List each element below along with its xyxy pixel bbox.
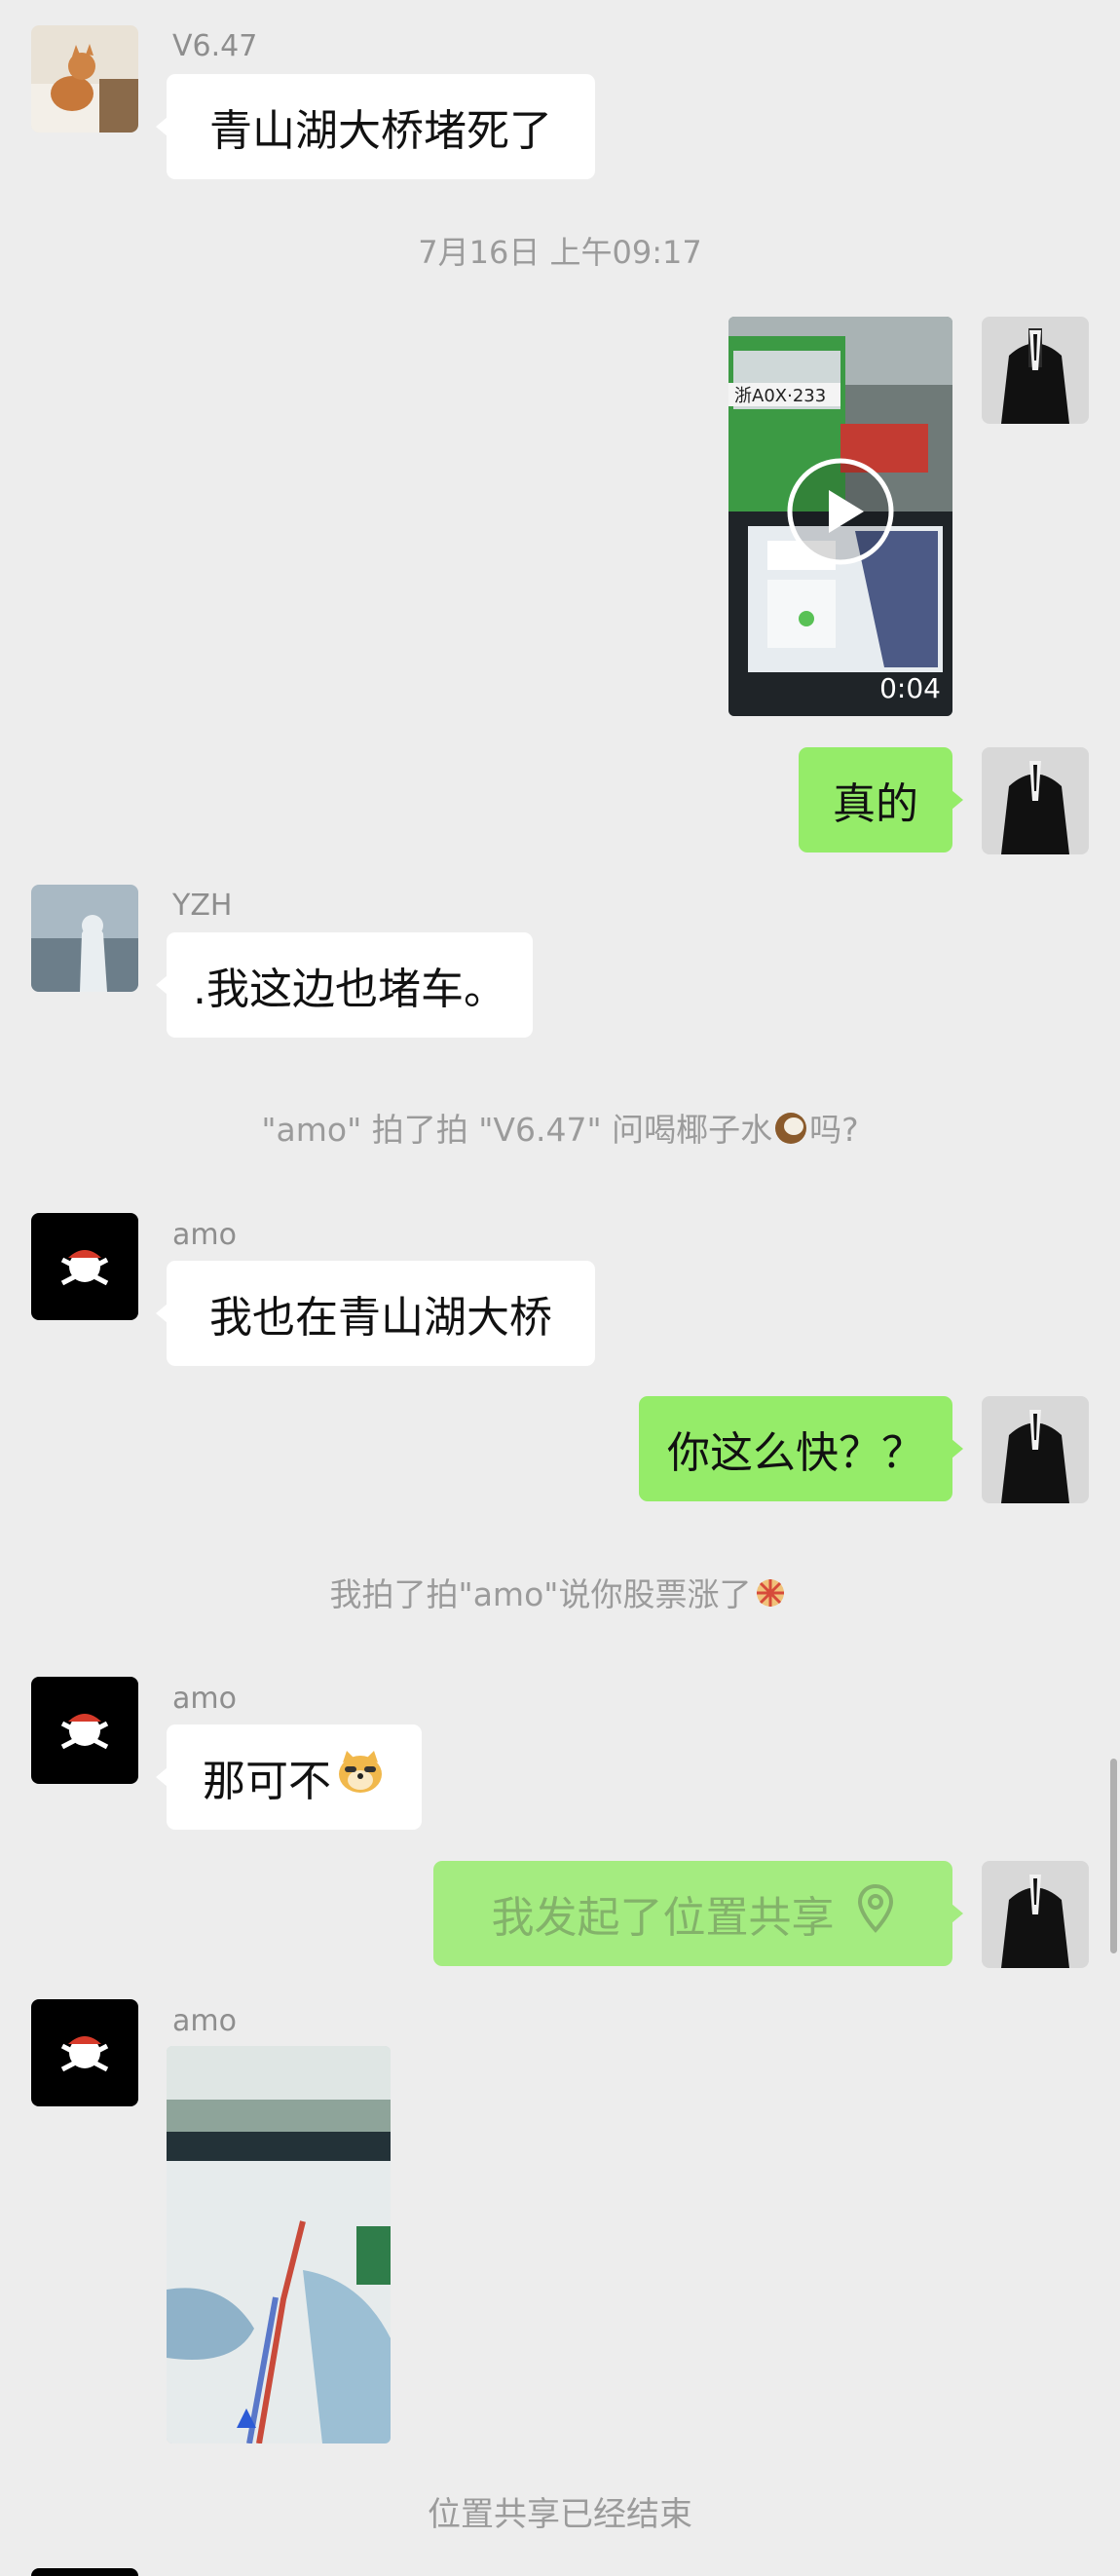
- message-bubble[interactable]: 你这么快？？: [639, 1396, 963, 1501]
- pat-suffix: 吗?: [809, 1111, 859, 1149]
- my-avatar[interactable]: [982, 1396, 1089, 1503]
- timestamp: 7月16日 上午09:17: [418, 234, 702, 271]
- message-bubble[interactable]: 我也在青山湖大桥: [156, 1261, 595, 1366]
- pat-text: "amo" 拍了拍 "V6.47" 问喝椰子水: [261, 1111, 773, 1149]
- location-share-bubble[interactable]: 我发起了位置共享: [433, 1861, 963, 1966]
- message-bubble[interactable]: 那可不: [156, 1724, 422, 1830]
- coconut-icon: [772, 1110, 809, 1155]
- message-bubble[interactable]: .我这边也堵车。: [156, 932, 533, 1038]
- sender-name: amo: [172, 1218, 237, 1252]
- chat-window[interactable]: V6.47 青山湖大桥堵死了 7月16日 上午09:17 浙A0X·233 0:…: [0, 0, 1120, 2576]
- plate-text: 浙A0X·233: [734, 386, 826, 406]
- my-avatar[interactable]: [982, 747, 1089, 854]
- sender-name: amo: [172, 2004, 237, 2038]
- avatar-amo[interactable]: [31, 1677, 138, 1784]
- avatar-amo[interactable]: [31, 1999, 138, 2106]
- avatar-yzh[interactable]: [31, 885, 138, 992]
- message-bubble[interactable]: 真的: [799, 747, 963, 852]
- message-bubble[interactable]: 青山湖大桥堵死了: [156, 74, 595, 179]
- sender-name: V6.47: [172, 29, 258, 63]
- message-text: 青山湖大桥堵死了: [209, 106, 552, 156]
- message-text: 真的: [833, 779, 918, 829]
- video-message[interactable]: 浙A0X·233 0:04: [728, 317, 952, 716]
- avatar-amo-partial[interactable]: [31, 2568, 138, 2576]
- scrollbar[interactable]: [1110, 1759, 1117, 1953]
- message-text: 你这么快？？: [667, 1428, 924, 1478]
- pat-notice: "amo" 拍了拍 "V6.47" 问喝椰子水 吗?: [0, 1104, 1120, 1155]
- doge-icon: [335, 1749, 386, 1806]
- my-avatar[interactable]: [982, 1861, 1089, 1968]
- message-text: .我这边也堵车。: [193, 965, 506, 1014]
- message-text: 那可不: [203, 1757, 331, 1806]
- image-message[interactable]: [167, 2046, 391, 2443]
- sender-name: amo: [172, 1682, 237, 1716]
- avatar-amo[interactable]: [31, 1213, 138, 1320]
- location-share-ended: 位置共享已经结束: [428, 2495, 692, 2534]
- avatar-v647[interactable]: [31, 25, 138, 133]
- firecracker-icon: [751, 1573, 790, 1620]
- pat-text: 我拍了拍"amo"说你股票涨了: [329, 1575, 752, 1613]
- location-pin-icon: [856, 1883, 895, 1945]
- my-avatar[interactable]: [982, 317, 1089, 424]
- message-text: 我也在青山湖大桥: [209, 1293, 552, 1343]
- sender-name: YZH: [172, 889, 233, 923]
- pat-notice: 我拍了拍"amo"说你股票涨了: [0, 1569, 1120, 1620]
- video-duration: 0:04: [879, 672, 941, 704]
- message-text: 我发起了位置共享: [491, 1893, 835, 1943]
